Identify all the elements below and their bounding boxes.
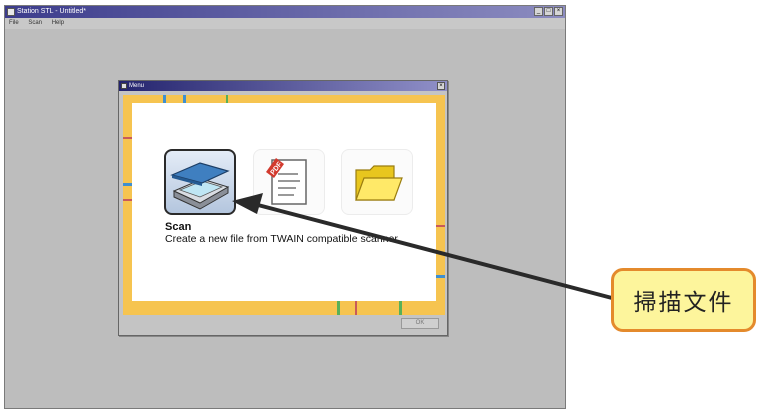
annotation-arrow: [232, 193, 614, 300]
callout-label: 掃描文件: [611, 268, 756, 332]
